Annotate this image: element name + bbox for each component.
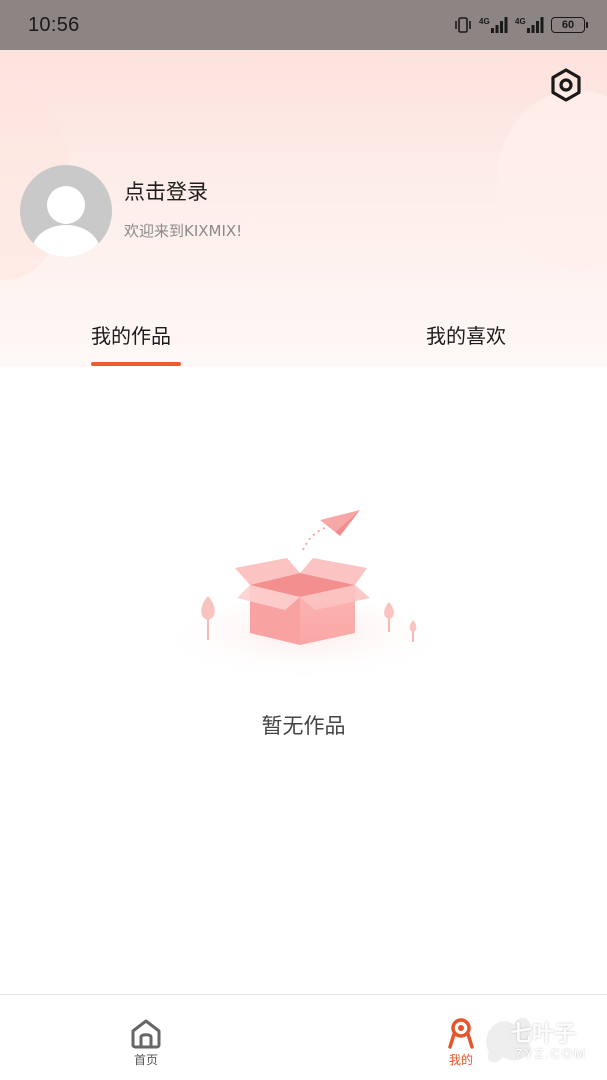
settings-hexagon-icon (551, 68, 581, 102)
nav-item-home[interactable]: 首页 (106, 1017, 186, 1068)
avatar[interactable] (20, 165, 112, 257)
signal-4g-icon: 4G (479, 16, 509, 34)
tab-active-indicator (91, 362, 181, 366)
decor-blob (497, 90, 607, 270)
watermark-title: 七叶子 (510, 1022, 577, 1047)
status-bar: 10:56 4G 4G 60 (0, 0, 607, 50)
welcome-text: 欢迎来到KIXMIX! (124, 222, 243, 240)
signal-4g-icon: 4G (515, 16, 545, 34)
battery-icon: 60 (551, 17, 588, 33)
vibrate-icon (453, 17, 473, 33)
tab-my-likes[interactable]: 我的喜欢 (426, 320, 506, 349)
settings-button[interactable] (548, 67, 584, 103)
tab-my-works[interactable]: 我的作品 (91, 320, 171, 349)
status-icons: 4G 4G 60 (453, 16, 588, 34)
svg-text:4G: 4G (479, 17, 490, 26)
home-icon (131, 1019, 161, 1049)
login-link[interactable]: 点击登录 (124, 176, 208, 206)
empty-box-illustration (177, 510, 433, 682)
mine-icon (448, 1018, 474, 1049)
nav-label-home: 首页 (133, 1053, 158, 1067)
empty-state-text: 暂无作品 (261, 714, 346, 738)
nav-label-mine: 我的 (448, 1053, 473, 1067)
status-time: 10:56 (28, 13, 80, 36)
watermark-subtitle: 7YZ.COM (515, 1046, 587, 1061)
svg-text:4G: 4G (515, 17, 526, 26)
profile-header: 点击登录 欢迎来到KIXMIX! 我的作品 我的喜欢 (0, 50, 607, 367)
